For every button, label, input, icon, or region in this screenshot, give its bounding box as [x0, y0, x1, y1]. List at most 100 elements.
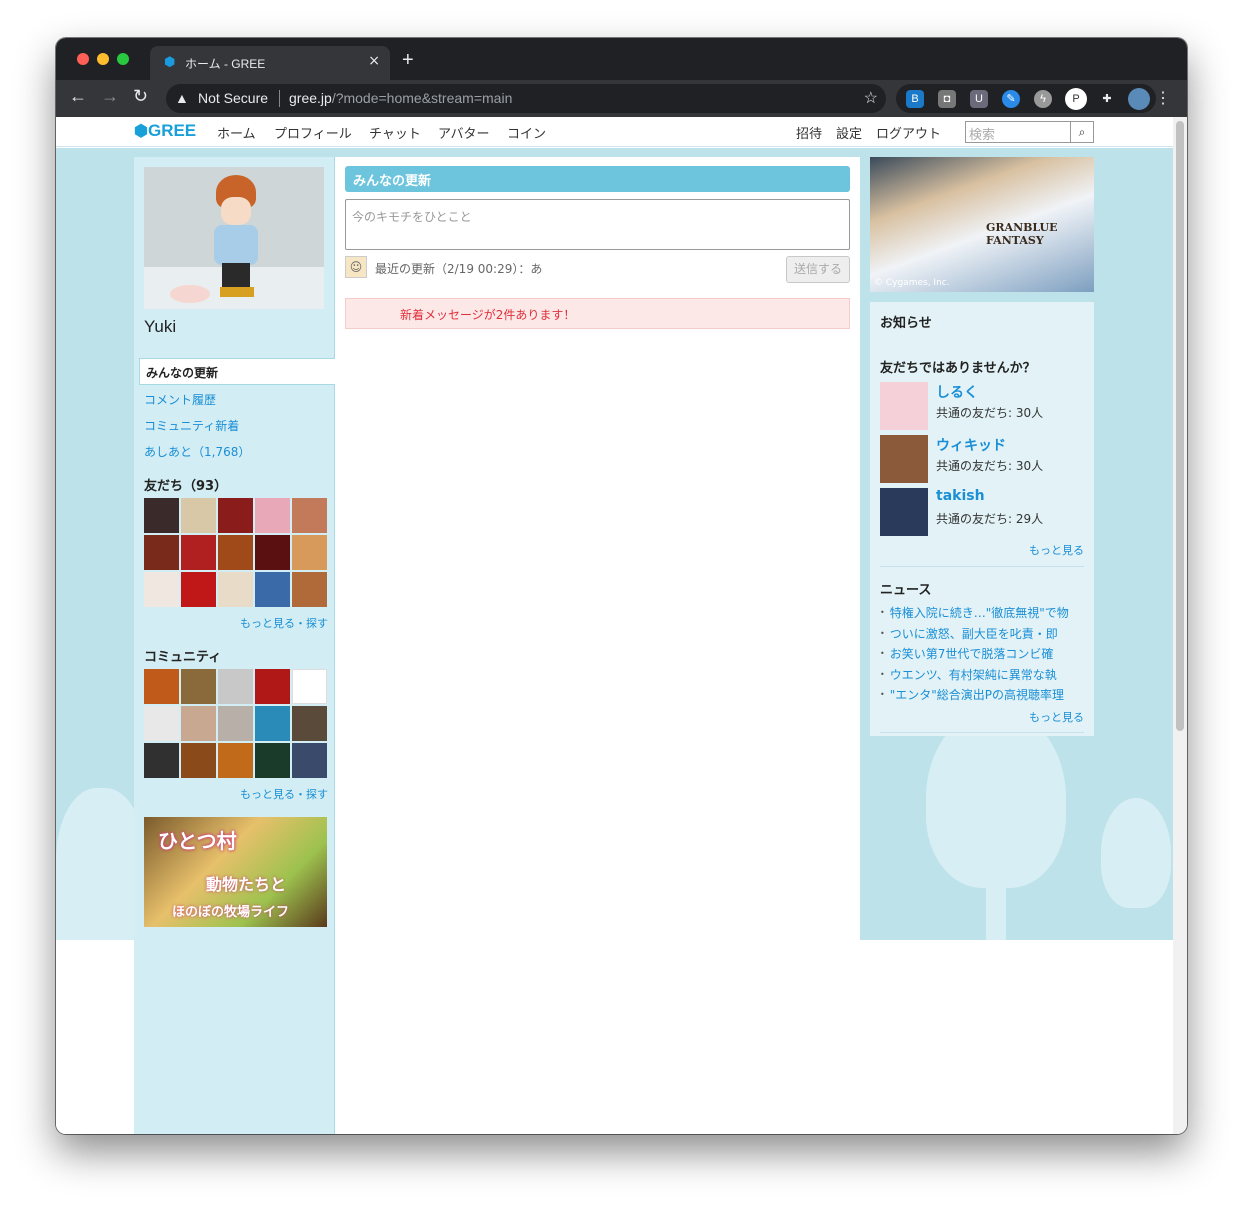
hatena-extension-icon[interactable]: B — [906, 90, 924, 108]
tab-close-icon[interactable]: × — [368, 53, 380, 69]
community-thumbnail[interactable] — [292, 706, 327, 741]
community-thumbnail[interactable] — [292, 743, 327, 778]
suggested-friend-avatar[interactable] — [880, 382, 928, 430]
nav-settings[interactable]: 設定 — [836, 123, 862, 142]
search-icon[interactable]: ⌕ — [1070, 122, 1093, 142]
news-item[interactable]: • お笑い第7世代で脱落コンビ確 — [880, 645, 1085, 662]
nav-chat[interactable]: チャット — [369, 123, 421, 142]
zoom-window-button[interactable] — [117, 53, 129, 65]
community-thumbnail[interactable] — [144, 706, 179, 741]
extensions-icon[interactable]: ✚ — [1098, 90, 1116, 108]
friend-thumbnail[interactable] — [181, 572, 216, 607]
community-thumbnail[interactable] — [181, 669, 216, 704]
friend-thumbnail[interactable] — [218, 572, 253, 607]
back-icon[interactable]: ← — [69, 86, 87, 107]
suggested-friend-name[interactable]: takish — [936, 488, 985, 504]
friend-thumbnail[interactable] — [255, 498, 290, 533]
friend-thumbnail[interactable] — [181, 498, 216, 533]
user-name[interactable]: Yuki — [144, 317, 176, 337]
suggest-more-link[interactable]: もっと見る — [1029, 542, 1084, 558]
friend-thumbnail[interactable] — [218, 498, 253, 533]
friend-thumbnail[interactable] — [218, 535, 253, 570]
status-input[interactable]: 今のキモチをひとこと — [345, 199, 850, 250]
page-scrollbar[interactable] — [1173, 117, 1187, 1134]
user-avatar[interactable] — [144, 167, 324, 309]
suggested-friend-name[interactable]: ウィキッド — [936, 435, 1006, 455]
friend-thumbnail[interactable] — [292, 535, 327, 570]
community-thumbnail[interactable] — [144, 669, 179, 704]
suggested-friend-avatar[interactable] — [880, 435, 928, 483]
nav-home[interactable]: ホーム — [217, 123, 256, 142]
gree-logo[interactable]: ⬢GREE — [134, 121, 196, 141]
warning-icon: ▲ — [175, 90, 189, 106]
ublock-extension-icon[interactable]: U — [970, 90, 988, 108]
search-box: 検索 ⌕ — [965, 121, 1094, 143]
send-button[interactable]: 送信する — [786, 256, 850, 283]
friend-thumbnail[interactable] — [144, 572, 179, 607]
nav-avatar[interactable]: アバター — [438, 123, 489, 142]
camera-extension-icon[interactable]: ◘ — [938, 90, 956, 108]
bolt-extension-icon[interactable]: ϟ — [1034, 90, 1052, 108]
news-headline[interactable]: "エンタ"総合演出Pの高視聴率理 — [890, 688, 1064, 702]
news-item[interactable]: • ウエンツ、有村架純に異常な執 — [880, 666, 1085, 683]
news-more-link[interactable]: もっと見る — [1029, 709, 1084, 725]
community-more-link[interactable]: もっと見る・探す — [240, 786, 328, 802]
comment-history-link[interactable]: コメント履歴 — [144, 391, 216, 408]
news-headline[interactable]: 特権入院に続き…"徹底無視"で物 — [890, 606, 1069, 620]
url-text: gree.jp/?mode=home&stream=main — [289, 90, 512, 106]
suggested-friend-name[interactable]: しるく — [936, 382, 978, 402]
close-window-button[interactable] — [77, 53, 89, 65]
pen-extension-icon[interactable]: ✎ — [1002, 90, 1020, 108]
friend-thumbnail[interactable] — [144, 498, 179, 533]
new-message-notice[interactable]: 新着メッセージが2件あります！ — [345, 298, 850, 329]
reload-icon[interactable]: ↻ — [133, 86, 148, 107]
friend-thumbnail[interactable] — [292, 498, 327, 533]
community-new-link[interactable]: コミュニティ新着 — [144, 417, 239, 434]
recent-update-text[interactable]: 最近の更新（2/19 00:29）：あ — [375, 260, 542, 277]
community-thumbnail[interactable] — [218, 669, 253, 704]
profile-avatar[interactable] — [1128, 88, 1150, 110]
scrollbar-thumb[interactable] — [1176, 121, 1184, 731]
community-thumbnail[interactable] — [181, 706, 216, 741]
nav-logout[interactable]: ログアウト — [876, 123, 941, 142]
community-thumbnail[interactable] — [181, 743, 216, 778]
star-icon[interactable]: ☆ — [864, 88, 878, 108]
search-input[interactable]: 検索 — [969, 124, 995, 143]
friends-more-link[interactable]: もっと見る・探す — [240, 615, 328, 631]
nav-profile[interactable]: プロフィール — [274, 123, 352, 142]
community-thumbnail[interactable] — [144, 743, 179, 778]
community-thumbnail[interactable] — [218, 743, 253, 778]
browser-tab[interactable]: ⬢ ホーム - GREE × — [150, 46, 390, 80]
minimize-window-button[interactable] — [97, 53, 109, 65]
tab-everyone-updates[interactable]: みんなの更新 — [139, 358, 336, 385]
news-headline[interactable]: ついに激怒、副大臣を叱責・即 — [890, 627, 1058, 641]
menu-icon[interactable]: ⋮ — [1155, 88, 1171, 108]
nav-coin[interactable]: コイン — [507, 123, 546, 142]
forward-icon[interactable]: → — [101, 86, 119, 107]
pinterest-extension-icon[interactable]: P — [1065, 88, 1087, 110]
news-item[interactable]: • 特権入院に続き…"徹底無視"で物 — [880, 604, 1085, 621]
granblue-fantasy-banner[interactable]: GRANBLUE FANTASY © Cygames, Inc. — [870, 157, 1094, 292]
announcements-title[interactable]: お知らせ — [880, 312, 932, 331]
news-headline[interactable]: お笑い第7世代で脱落コンビ確 — [890, 647, 1054, 661]
friend-thumbnail[interactable] — [292, 572, 327, 607]
suggested-friend-avatar[interactable] — [880, 488, 928, 536]
community-thumbnail[interactable] — [218, 706, 253, 741]
news-headline[interactable]: ウエンツ、有村架純に異常な執 — [890, 668, 1057, 682]
friend-thumbnail[interactable] — [181, 535, 216, 570]
friend-thumbnail[interactable] — [255, 572, 290, 607]
community-thumbnail[interactable] — [255, 669, 290, 704]
friend-thumbnail[interactable] — [255, 535, 290, 570]
address-bar[interactable]: ▲ Not Secure gree.jp/?mode=home&stream=m… — [166, 84, 886, 113]
nav-invite[interactable]: 招待 — [796, 123, 822, 142]
news-item[interactable]: • "エンタ"総合演出Pの高視聴率理 — [880, 686, 1085, 703]
new-tab-button[interactable]: + — [402, 49, 414, 72]
suggested-friend: ウィキッド 共通の友だち: 30人 — [880, 435, 1090, 485]
footprints-link[interactable]: あしあと（1,768） — [144, 443, 250, 460]
community-thumbnail[interactable] — [255, 706, 290, 741]
community-thumbnail[interactable] — [292, 669, 327, 704]
hitotsumura-game-banner[interactable]: ひとつ村 動物たちと ほのぼの牧場ライフ — [144, 817, 327, 927]
community-thumbnail[interactable] — [255, 743, 290, 778]
friend-thumbnail[interactable] — [144, 535, 179, 570]
news-item[interactable]: • ついに激怒、副大臣を叱責・即 — [880, 625, 1085, 642]
